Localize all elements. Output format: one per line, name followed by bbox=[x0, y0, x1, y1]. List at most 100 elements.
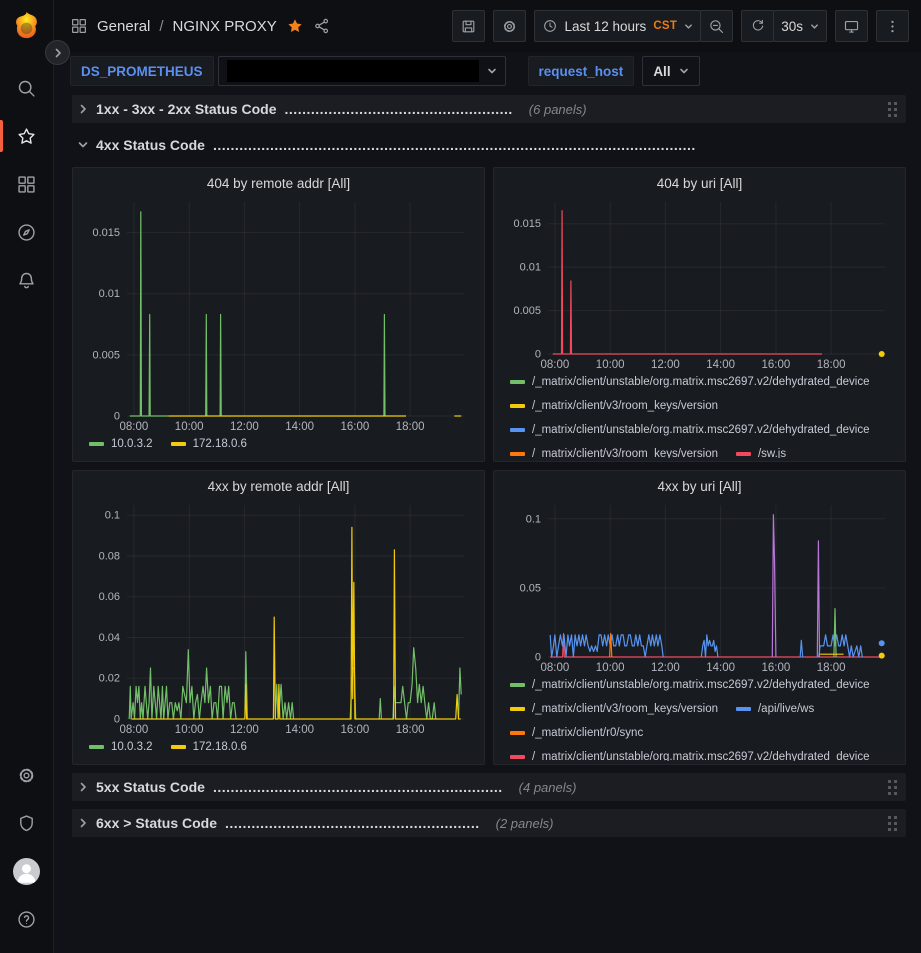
svg-text:12:00: 12:00 bbox=[651, 662, 680, 673]
compass-icon bbox=[16, 222, 37, 243]
variable-label-ds-prometheus[interactable]: DS_PROMETHEUS bbox=[70, 56, 214, 86]
sidebar-item-profile[interactable] bbox=[0, 847, 54, 895]
share-icon[interactable] bbox=[313, 17, 331, 35]
panel-legend: 10.0.3.2 172.18.0.6 bbox=[83, 735, 474, 761]
sidebar-item-dashboards[interactable] bbox=[0, 160, 54, 208]
chevron-down-icon bbox=[810, 22, 819, 31]
row-5xx[interactable]: 5xx Status Code ........................… bbox=[72, 773, 906, 801]
bell-icon bbox=[16, 270, 37, 291]
timezone-label: CST bbox=[653, 20, 677, 32]
row-1xx-3xx-2xx[interactable]: 1xx - 3xx - 2xx Status Code ............… bbox=[72, 95, 906, 123]
svg-text:08:00: 08:00 bbox=[120, 421, 149, 432]
panel-legend: /_matrix/client/unstable/org.matrix.msc2… bbox=[504, 370, 895, 458]
sidebar-item-help[interactable] bbox=[0, 895, 54, 943]
star-filled-icon[interactable] bbox=[286, 17, 304, 35]
row-title-dots: ........................................… bbox=[213, 779, 503, 795]
row-title: 1xx - 3xx - 2xx Status Code bbox=[96, 101, 277, 117]
row-panel-count: (2 panels) bbox=[496, 816, 554, 831]
row-6xx[interactable]: 6xx > Status Code ......................… bbox=[72, 809, 906, 837]
expand-sidebar-button[interactable] bbox=[45, 40, 70, 65]
variable-value-ds-prometheus[interactable] bbox=[218, 56, 506, 86]
legend-swatch bbox=[171, 745, 186, 749]
legend-swatch bbox=[510, 404, 525, 408]
dashboard-title[interactable]: NGINX PROXY bbox=[173, 18, 277, 35]
legend-item[interactable]: 10.0.3.2 bbox=[89, 432, 153, 456]
legend-item[interactable]: /_matrix/client/unstable/org.matrix.msc2… bbox=[510, 418, 870, 442]
panel-title[interactable]: 4xx by remote addr [All] bbox=[83, 476, 474, 499]
row-4xx[interactable]: 4xx Status Code ........................… bbox=[72, 131, 906, 159]
sidebar-item-server-admin[interactable] bbox=[0, 799, 54, 847]
save-dashboard-button[interactable] bbox=[452, 10, 485, 42]
timeseries-chart[interactable]: 00.0050.010.01508:0010:0012:0014:0016:00… bbox=[83, 196, 474, 432]
legend-item[interactable]: /_matrix/client/unstable/org.matrix.msc2… bbox=[510, 370, 870, 394]
svg-text:16:00: 16:00 bbox=[341, 724, 370, 735]
svg-text:16:00: 16:00 bbox=[762, 662, 791, 673]
sidebar-nav-bottom bbox=[0, 751, 54, 943]
legend-item[interactable]: /_matrix/client/r0/sync bbox=[510, 721, 643, 745]
breadcrumb-section[interactable]: General bbox=[97, 18, 150, 35]
legend-item[interactable]: /api/live/ws bbox=[736, 697, 814, 721]
redacted-value bbox=[227, 60, 479, 82]
sidebar-item-configuration[interactable] bbox=[0, 751, 54, 799]
legend-swatch bbox=[510, 452, 525, 456]
tv-mode-button[interactable] bbox=[835, 10, 868, 42]
panels-grid: 404 by remote addr [All] 00.0050.010.015… bbox=[72, 167, 906, 765]
panel-legend: 10.0.3.2 172.18.0.6 bbox=[83, 432, 474, 458]
refresh-button[interactable] bbox=[741, 10, 774, 42]
zoom-out-time-button[interactable] bbox=[700, 10, 733, 42]
legend-item[interactable]: /_matrix/client/unstable/org.matrix.msc2… bbox=[510, 745, 870, 761]
shield-icon bbox=[16, 813, 37, 834]
chevron-down-icon bbox=[487, 66, 497, 76]
panel-title[interactable]: 4xx by uri [All] bbox=[504, 476, 895, 499]
timeseries-chart[interactable]: 00.0050.010.01508:0010:0012:0014:0016:00… bbox=[504, 196, 895, 370]
drag-handle-icon[interactable] bbox=[887, 780, 898, 795]
timeseries-chart[interactable]: 00.020.040.060.080.108:0010:0012:0014:00… bbox=[83, 499, 474, 735]
legend-item[interactable]: 172.18.0.6 bbox=[171, 432, 247, 456]
legend-swatch bbox=[736, 452, 751, 456]
legend-item[interactable]: /_matrix/client/v3/room_keys/version bbox=[510, 442, 718, 458]
legend-swatch bbox=[510, 755, 525, 759]
time-range-picker[interactable]: Last 12 hours CST bbox=[534, 10, 702, 42]
time-range-label: Last 12 hours bbox=[565, 19, 647, 34]
svg-text:0.06: 0.06 bbox=[99, 591, 120, 603]
help-icon bbox=[16, 909, 37, 930]
dashboard-settings-button[interactable] bbox=[493, 10, 526, 42]
svg-text:18:00: 18:00 bbox=[817, 359, 846, 370]
svg-text:14:00: 14:00 bbox=[285, 724, 314, 735]
svg-text:0.015: 0.015 bbox=[92, 227, 120, 239]
panel-title[interactable]: 404 by remote addr [All] bbox=[83, 173, 474, 196]
svg-text:0.005: 0.005 bbox=[92, 349, 120, 361]
header-actions: Last 12 hours CST bbox=[452, 10, 910, 42]
legend-item[interactable]: /_matrix/client/v3/room_keys/version bbox=[510, 394, 718, 418]
drag-handle-icon[interactable] bbox=[887, 816, 898, 831]
panel-title[interactable]: 404 by uri [All] bbox=[504, 173, 895, 196]
request-host-value: All bbox=[653, 64, 670, 79]
svg-text:0.015: 0.015 bbox=[513, 218, 541, 230]
drag-handle-icon[interactable] bbox=[887, 102, 898, 117]
svg-text:16:00: 16:00 bbox=[341, 421, 370, 432]
legend-item[interactable]: 172.18.0.6 bbox=[171, 735, 247, 759]
svg-text:0.05: 0.05 bbox=[520, 582, 541, 594]
legend-item[interactable]: /sw.js bbox=[736, 442, 786, 458]
variable-label-request-host[interactable]: request_host bbox=[528, 56, 635, 86]
chevron-down-icon bbox=[684, 22, 693, 31]
chevron-right-icon bbox=[78, 104, 88, 114]
grafana-logo[interactable] bbox=[10, 8, 44, 42]
legend-swatch bbox=[736, 707, 751, 711]
variables-bar: DS_PROMETHEUS request_host All bbox=[54, 52, 921, 90]
legend-item[interactable]: /_matrix/client/unstable/org.matrix.msc2… bbox=[510, 673, 870, 697]
refresh-interval-picker[interactable]: 30s bbox=[773, 10, 827, 42]
clock-icon bbox=[542, 18, 558, 34]
sidebar-item-starred[interactable] bbox=[0, 112, 54, 160]
timeseries-chart[interactable]: 00.050.108:0010:0012:0014:0016:0018:00 bbox=[504, 499, 895, 673]
more-options-button[interactable] bbox=[876, 10, 909, 42]
breadcrumb-separator: / bbox=[159, 18, 163, 35]
sidebar-item-explore[interactable] bbox=[0, 208, 54, 256]
chevron-right-icon bbox=[78, 818, 88, 828]
legend-swatch bbox=[510, 731, 525, 735]
variable-value-request-host[interactable]: All bbox=[642, 56, 699, 86]
sidebar-item-search[interactable] bbox=[0, 64, 54, 112]
sidebar-item-alerting[interactable] bbox=[0, 256, 54, 304]
legend-item[interactable]: /_matrix/client/v3/room_keys/version bbox=[510, 697, 718, 721]
legend-item[interactable]: 10.0.3.2 bbox=[89, 735, 153, 759]
